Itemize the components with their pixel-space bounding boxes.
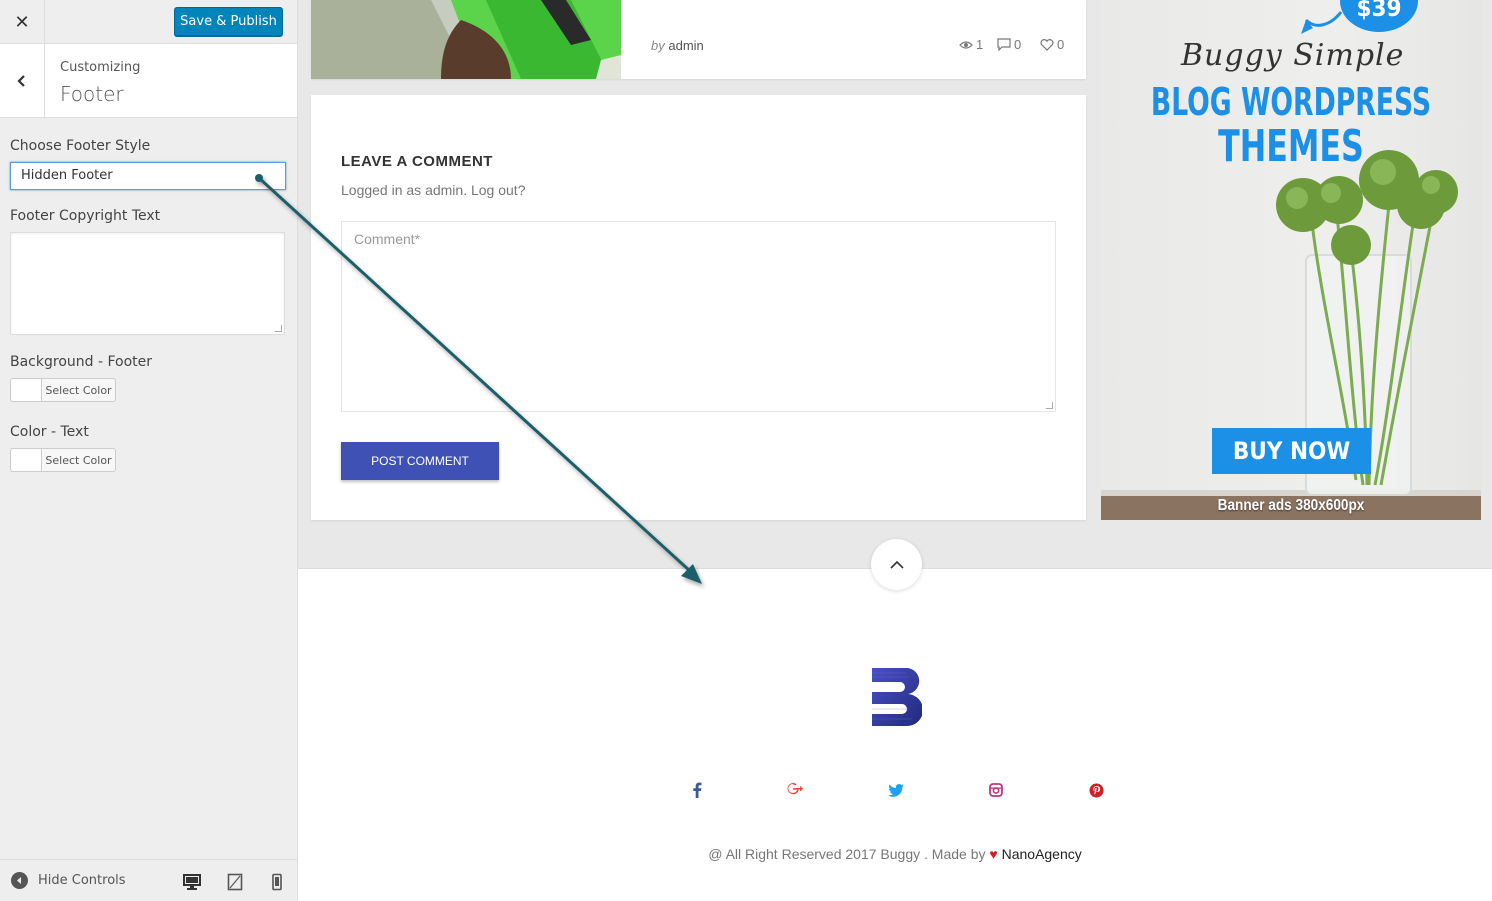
views-value: 1: [976, 37, 984, 52]
by-label: by: [651, 38, 665, 53]
color-swatch: [11, 379, 42, 401]
ad-size-caption: Banner ads 380x600px: [1217, 497, 1365, 514]
copyright-text: @ All Right Reserved 2017 Buggy . Made b…: [708, 846, 986, 862]
ad-buy-now-button[interactable]: BUY NOW: [1212, 428, 1371, 474]
agency-link[interactable]: NanoAgency: [1002, 846, 1082, 862]
footer-style-select[interactable]: Hidden Footer: [10, 162, 286, 190]
post-card: by admin 1 0 0: [311, 0, 1086, 79]
post-author: by admin: [651, 38, 704, 53]
comment-form-title: LEAVE A COMMENT: [341, 153, 493, 170]
footer-copyright: @ All Right Reserved 2017 Buggy . Made b…: [298, 846, 1492, 862]
bg-footer-label: Background - Footer: [10, 354, 153, 370]
desktop-icon[interactable]: [183, 873, 201, 891]
post-thumbnail[interactable]: [311, 0, 621, 79]
customizer-sidebar: ✕ Save & Publish Customizing Footer Choo…: [0, 0, 298, 901]
comment-textarea[interactable]: Comment*: [341, 221, 1056, 412]
instagram-link[interactable]: [986, 780, 1006, 800]
likes-value: 0: [1057, 37, 1065, 52]
likes-count[interactable]: 0: [1040, 37, 1064, 52]
back-chevron-icon: [17, 74, 25, 87]
instagram-icon: [989, 783, 1003, 797]
site-preview: by admin 1 0 0 LEAVE A COMMENT Logged in…: [298, 0, 1492, 901]
pinterest-icon: [1089, 783, 1103, 797]
close-icon: ✕: [14, 11, 30, 32]
views-count: 1: [959, 37, 983, 52]
resize-grip[interactable]: [1046, 402, 1053, 409]
mobile-icon[interactable]: [268, 873, 286, 891]
author-link[interactable]: admin: [668, 38, 703, 53]
footer-style-label: Choose Footer Style: [10, 138, 151, 154]
back-button[interactable]: [0, 44, 45, 117]
facebook-icon: [693, 782, 702, 798]
comment-placeholder: Comment*: [354, 231, 421, 247]
hide-controls-label: Hide Controls: [38, 873, 126, 888]
ad-banner[interactable]: $39 Buggy Simple BLOG WORDPRESS THEMES B…: [1101, 0, 1481, 520]
back-to-top-button[interactable]: [871, 539, 922, 590]
breadcrumb: Customizing: [60, 60, 141, 75]
logged-in-text[interactable]: Logged in as admin. Log out?: [341, 182, 525, 198]
chevron-up-icon: [889, 560, 904, 569]
ad-script-title: Buggy Simple: [1181, 38, 1405, 73]
save-publish-button[interactable]: Save & Publish: [174, 7, 283, 36]
comments-count[interactable]: 0: [997, 37, 1021, 52]
twitter-link[interactable]: [886, 780, 906, 800]
google-plus-link[interactable]: [786, 780, 806, 800]
twitter-icon: [888, 783, 904, 797]
comments-value: 0: [1014, 37, 1022, 52]
section-title: Footer: [60, 82, 124, 106]
copyright-text-label: Footer Copyright Text: [10, 208, 161, 224]
text-color-label: Color - Text: [10, 424, 89, 440]
comment-form: LEAVE A COMMENT Logged in as admin. Log …: [311, 95, 1086, 520]
pinterest-link[interactable]: [1086, 780, 1106, 800]
eye-icon: [959, 40, 973, 49]
heart-icon: [1040, 38, 1054, 51]
facebook-link[interactable]: [687, 780, 707, 800]
ad-subheadline: THEMES: [1218, 121, 1364, 172]
select-color-label: Select Color: [45, 453, 112, 467]
select-color-label: Select Color: [45, 383, 112, 397]
ad-headline: BLOG WORDPRESS: [1150, 80, 1432, 124]
text-color-picker[interactable]: Select Color: [10, 448, 116, 472]
hide-controls-button[interactable]: Hide Controls: [11, 872, 126, 889]
section-header: Customizing Footer: [0, 44, 297, 118]
customizer-header: ✕ Save & Publish: [0, 0, 297, 44]
color-swatch: [11, 449, 42, 471]
collapse-icon: [11, 872, 28, 889]
tablet-icon[interactable]: [226, 873, 244, 891]
copyright-textarea[interactable]: [10, 232, 285, 335]
bg-footer-color-picker[interactable]: Select Color: [10, 378, 116, 402]
customizer-footer-bar: Hide Controls: [0, 859, 297, 901]
heart-icon: ♥: [989, 846, 998, 862]
resize-grip[interactable]: [275, 325, 282, 332]
close-customizer-button[interactable]: ✕: [0, 0, 45, 44]
comment-icon: [997, 38, 1011, 51]
site-logo[interactable]: [872, 668, 922, 728]
google-plus-icon: [787, 783, 803, 795]
post-comment-button[interactable]: POST COMMENT: [341, 442, 499, 480]
